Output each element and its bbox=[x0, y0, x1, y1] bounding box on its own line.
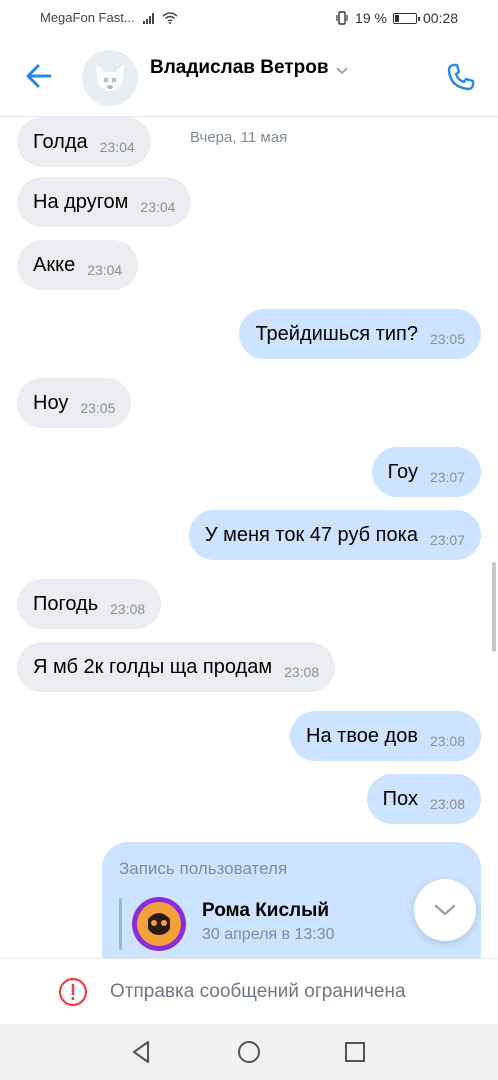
restriction-text: Отправка сообщений ограничена bbox=[110, 981, 406, 1002]
date-separator: Вчера, 11 мая bbox=[190, 129, 288, 146]
chevron-down-icon bbox=[335, 67, 348, 75]
message-incoming[interactable]: На другом 23:04 bbox=[17, 177, 192, 227]
contact-name-button[interactable]: Владислав Ветров bbox=[150, 57, 349, 79]
message-time: 23:07 bbox=[429, 469, 465, 485]
message-text: Голда bbox=[33, 130, 88, 153]
message-time: 23:04 bbox=[87, 262, 123, 278]
post-title: Запись пользователя bbox=[119, 859, 288, 878]
clock: 00:28 bbox=[422, 10, 458, 26]
status-bar: MegaFon Fast... 19 % 00:28 bbox=[0, 0, 498, 38]
message-text: Акке bbox=[33, 253, 76, 276]
message-outgoing[interactable]: У меня ток 47 руб пока 23:07 bbox=[188, 510, 481, 560]
post-author-name: Рома Кислый bbox=[202, 900, 330, 921]
avatar[interactable] bbox=[82, 50, 138, 106]
chat-header: Владислав Ветров bbox=[0, 38, 498, 117]
signal-icon bbox=[142, 12, 154, 24]
message-time: 23:05 bbox=[80, 400, 116, 416]
contact-name: Владислав Ветров bbox=[150, 57, 329, 78]
battery-fill bbox=[394, 14, 399, 22]
nav-recents-icon[interactable] bbox=[341, 1038, 369, 1066]
message-time: 23:08 bbox=[429, 733, 465, 749]
message-incoming[interactable]: Акке 23:04 bbox=[17, 240, 139, 290]
message-outgoing[interactable]: Гоу 23:07 bbox=[371, 447, 481, 497]
system-nav-bar bbox=[0, 1024, 498, 1080]
scrollbar[interactable] bbox=[492, 562, 496, 652]
phone-icon[interactable] bbox=[444, 60, 478, 94]
message-time: 23:08 bbox=[110, 601, 146, 617]
post-date: 30 апреля в 13:30 bbox=[202, 926, 335, 943]
message-text: На твое дов bbox=[306, 724, 418, 747]
scroll-down-button[interactable] bbox=[414, 879, 476, 941]
status-left: MegaFon Fast... bbox=[40, 10, 178, 25]
message-incoming[interactable]: Погодь 23:08 bbox=[17, 579, 162, 629]
message-time: 23:07 bbox=[429, 532, 465, 548]
message-time: 23:08 bbox=[429, 796, 465, 812]
message-outgoing[interactable]: На твое дов 23:08 bbox=[290, 711, 481, 761]
post-quote-bar bbox=[119, 898, 122, 950]
deactivated-dog-icon bbox=[82, 50, 138, 106]
back-arrow-icon[interactable] bbox=[24, 61, 54, 91]
message-list[interactable]: Вчера, 11 мая Голда 23:04 На другом 23:0… bbox=[0, 117, 498, 958]
message-text: Пох bbox=[382, 787, 418, 810]
message-text: Погодь bbox=[33, 592, 99, 615]
post-author-avatar[interactable] bbox=[132, 897, 186, 951]
battery-icon bbox=[392, 12, 420, 24]
battery-percent: 19 % bbox=[355, 10, 387, 26]
message-incoming[interactable]: Голда 23:04 bbox=[17, 117, 151, 167]
error-icon bbox=[58, 977, 88, 1007]
message-time: 23:08 bbox=[284, 664, 320, 680]
carrier-label: MegaFon Fast... bbox=[40, 10, 135, 25]
brawl-skull-icon bbox=[132, 897, 186, 951]
vibrate-icon bbox=[336, 11, 348, 25]
message-outgoing[interactable]: Трейдишься тип? 23:05 bbox=[239, 309, 481, 359]
message-text: У меня ток 47 руб пока bbox=[204, 523, 418, 546]
nav-home-icon[interactable] bbox=[235, 1038, 263, 1066]
wifi-icon bbox=[162, 11, 178, 24]
message-time: 23:04 bbox=[99, 139, 135, 155]
message-time: 23:04 bbox=[140, 199, 176, 215]
message-time: 23:05 bbox=[429, 331, 465, 347]
message-text: Ноу bbox=[33, 391, 69, 414]
restriction-bar: Отправка сообщений ограничена bbox=[0, 958, 498, 1025]
message-incoming[interactable]: Ноу 23:05 bbox=[17, 378, 132, 428]
message-text: Я мб 2к голды ща продам bbox=[33, 655, 273, 678]
message-outgoing[interactable]: Пох 23:08 bbox=[366, 774, 481, 824]
chevron-down-icon bbox=[434, 904, 456, 916]
message-incoming[interactable]: Я мб 2к голды ща продам 23:08 bbox=[17, 642, 336, 692]
message-text: Гоу bbox=[387, 460, 418, 483]
message-text: Трейдишься тип? bbox=[255, 322, 418, 345]
message-text: На другом bbox=[33, 190, 129, 213]
status-right: 19 % 00:28 bbox=[335, 10, 458, 26]
nav-back-icon[interactable] bbox=[128, 1038, 156, 1066]
